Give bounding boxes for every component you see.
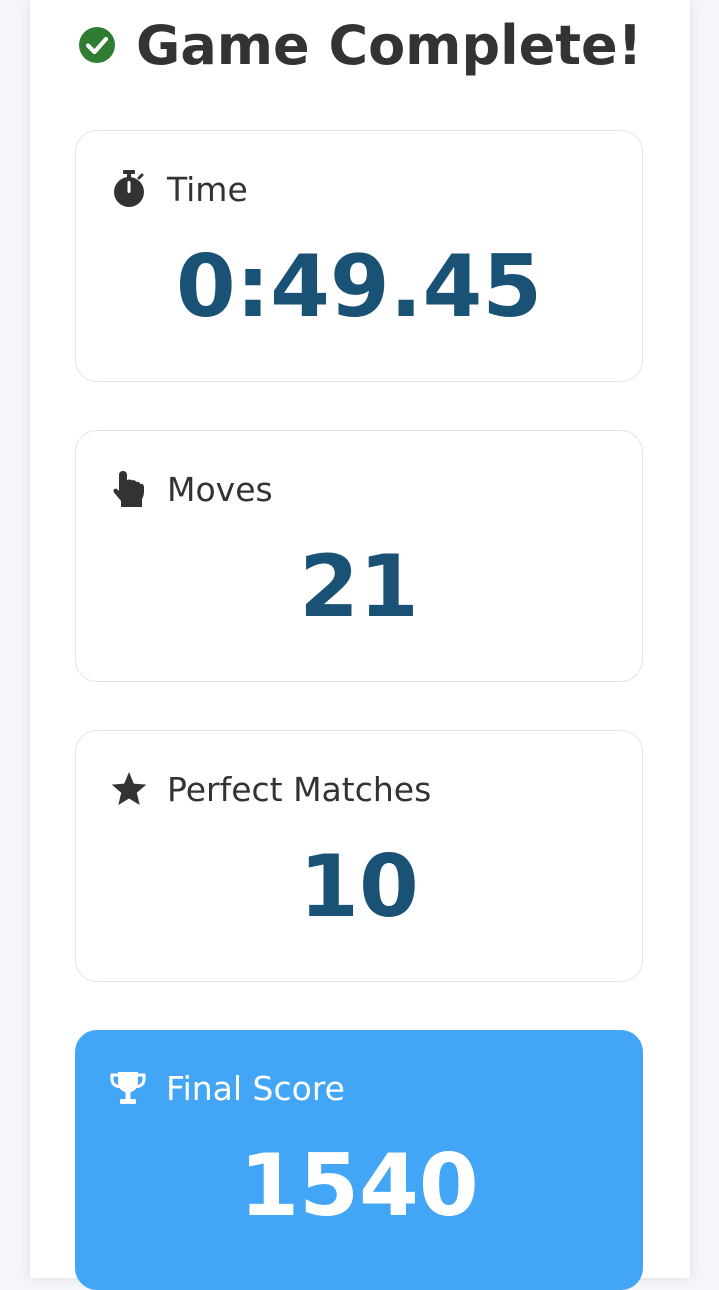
time-label: Time (167, 169, 248, 209)
final-score-label-row: Final Score (109, 1066, 345, 1110)
check-circle-icon (78, 26, 116, 64)
moves-label: Moves (167, 469, 273, 509)
page-title: Game Complete! (136, 13, 643, 77)
perfect-matches-label-row: Perfect Matches (110, 767, 431, 811)
moves-label-row: Moves (110, 467, 273, 511)
star-icon (110, 770, 148, 808)
moves-card: Moves 21 (75, 430, 643, 682)
perfect-matches-card: Perfect Matches 10 (75, 730, 643, 982)
perfect-matches-label: Perfect Matches (167, 769, 432, 809)
trophy-icon (109, 1069, 147, 1107)
perfect-matches-value: 10 (299, 837, 419, 937)
time-card: Time 0:49.45 (75, 130, 643, 382)
pointer-hand-icon (110, 470, 148, 508)
final-score-card: Final Score 1540 (75, 1030, 643, 1290)
stopwatch-icon (110, 170, 148, 208)
moves-value: 21 (299, 537, 419, 637)
time-label-row: Time (110, 167, 248, 211)
time-value: 0:49.45 (175, 237, 543, 337)
final-score-value: 1540 (239, 1136, 479, 1236)
final-score-label: Final Score (166, 1068, 345, 1108)
results-header: Game Complete! (78, 13, 643, 77)
